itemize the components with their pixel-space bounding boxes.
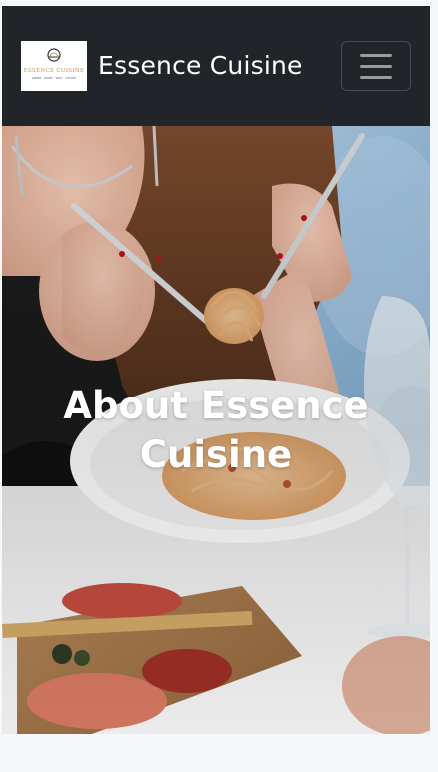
page-bottom-area bbox=[0, 734, 438, 772]
hero-title: About Essence Cuisine bbox=[63, 384, 369, 476]
top-navbar: ESSENCE CUISINE pasta · pizza · vino · c… bbox=[2, 6, 430, 126]
hamburger-menu-icon bbox=[360, 64, 392, 68]
hero-section: About Essence Cuisine bbox=[2, 126, 430, 734]
page-frame: ESSENCE CUISINE pasta · pizza · vino · c… bbox=[2, 6, 430, 734]
brand-logo[interactable]: ESSENCE CUISINE pasta · pizza · vino · c… bbox=[21, 41, 87, 91]
hamburger-menu-icon bbox=[360, 53, 392, 57]
navbar-toggler-button[interactable] bbox=[341, 41, 411, 91]
logo-name: ESSENCE CUISINE bbox=[23, 68, 85, 74]
logo-tagline: pasta · pizza · vino · cucina bbox=[32, 76, 76, 80]
brand-name-link[interactable]: Essence Cuisine bbox=[98, 48, 303, 84]
cloche-icon bbox=[47, 48, 61, 62]
hamburger-menu-icon bbox=[360, 75, 392, 79]
